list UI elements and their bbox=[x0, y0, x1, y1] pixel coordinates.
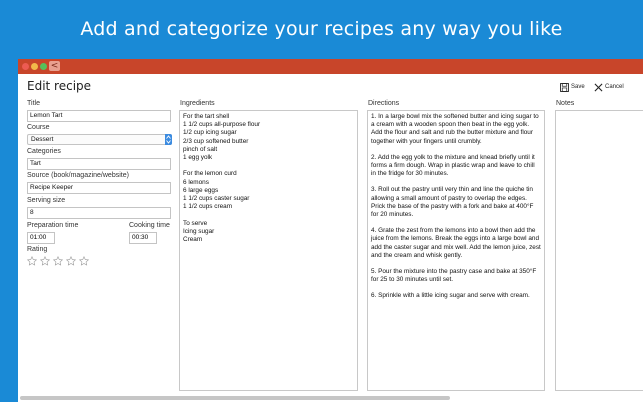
title-label: Title bbox=[27, 100, 40, 107]
ingredient-line: 1 egg yolk bbox=[183, 154, 213, 162]
close-icon bbox=[594, 83, 603, 91]
rating-stars[interactable] bbox=[27, 256, 89, 266]
ingredient-line: 6 large eggs bbox=[183, 186, 219, 194]
ingredient-line: 1 1/2 cups all-purpose flour bbox=[183, 121, 261, 129]
star-icon[interactable] bbox=[66, 256, 76, 266]
maximize-window-icon[interactable] bbox=[40, 63, 47, 70]
categories-label: Categories bbox=[27, 148, 61, 155]
prep-time-input[interactable]: 01:00 bbox=[27, 232, 55, 244]
star-icon[interactable] bbox=[53, 256, 63, 266]
ingredient-line: Cream bbox=[183, 236, 203, 244]
direction-step: 4. Grate the zest from the lemons into a… bbox=[371, 227, 541, 259]
directions-textarea[interactable]: 1. In a large bowl mix the softened butt… bbox=[367, 110, 545, 391]
ingredient-line bbox=[183, 162, 354, 170]
ingredient-line: 1 1/2 cups caster sugar bbox=[183, 195, 250, 203]
direction-step: 6. Sprinkle with a little icing sugar an… bbox=[371, 292, 530, 300]
course-select[interactable]: Dessert bbox=[27, 134, 172, 145]
serving-size-label: Serving size bbox=[27, 197, 66, 204]
ingredients-textarea[interactable]: For the tart shell 1 1/2 cups all-purpose… bbox=[179, 110, 358, 391]
ingredient-line: pinch of salt bbox=[183, 145, 218, 153]
save-button[interactable]: Save bbox=[560, 81, 585, 93]
direction-step: 1. In a large bowl mix the softened butt… bbox=[371, 113, 539, 145]
ingredient-line: Icing sugar bbox=[183, 227, 215, 235]
back-button[interactable]: < bbox=[49, 61, 60, 71]
source-input[interactable]: Recipe Keeper bbox=[27, 182, 171, 194]
cooking-time-input[interactable]: 00:30 bbox=[129, 232, 157, 244]
direction-step: 5. Pour the mixture into the pastry case… bbox=[371, 268, 537, 284]
ingredient-line: For the lemon curd bbox=[183, 170, 237, 178]
select-arrows-icon bbox=[165, 134, 172, 145]
horizontal-scrollbar[interactable] bbox=[20, 396, 450, 400]
serving-size-input[interactable]: 8 bbox=[27, 207, 171, 219]
notes-label: Notes bbox=[556, 100, 575, 107]
ingredients-text: For the tart shell 1 1/2 cups all-purpose… bbox=[183, 113, 354, 244]
rating-label: Rating bbox=[27, 246, 48, 253]
course-value: Dessert bbox=[31, 136, 54, 143]
ingredient-line: To serve bbox=[183, 219, 208, 227]
save-label: Save bbox=[571, 84, 585, 90]
categories-input[interactable]: Tart bbox=[27, 158, 171, 170]
star-icon[interactable] bbox=[40, 256, 50, 266]
ingredient-line bbox=[183, 211, 354, 219]
close-window-icon[interactable] bbox=[22, 63, 29, 70]
directions-label: Directions bbox=[368, 100, 400, 107]
direction-step: 2. Add the egg yolk to the mixture and k… bbox=[371, 153, 535, 178]
ingredient-line: 2/3 cup softened butter bbox=[183, 137, 249, 145]
save-icon bbox=[560, 82, 569, 92]
marketing-headline: Add and categorize your recipes any way … bbox=[80, 18, 563, 40]
ingredient-line: 1/2 cup icing sugar bbox=[183, 129, 237, 137]
ingredient-line: 1 1/2 cups cream bbox=[183, 203, 233, 211]
page-title: Edit recipe bbox=[27, 79, 92, 93]
title-input[interactable]: Lemon Tart bbox=[27, 110, 171, 122]
prep-time-label: Preparation time bbox=[27, 222, 79, 229]
course-label: Course bbox=[27, 124, 50, 131]
minimize-window-icon[interactable] bbox=[31, 63, 38, 70]
title-bar: < bbox=[18, 59, 643, 74]
source-label: Source (book/magazine/website) bbox=[27, 172, 129, 179]
ingredient-line: 6 lemons bbox=[183, 178, 209, 186]
ingredient-line: For the tart shell bbox=[183, 113, 230, 120]
star-icon[interactable] bbox=[79, 256, 89, 266]
direction-step: 3. Roll out the pastry until very thin a… bbox=[371, 186, 534, 219]
cancel-button[interactable]: Cancel bbox=[594, 81, 624, 93]
ingredients-label: Ingredients bbox=[180, 100, 215, 107]
star-icon[interactable] bbox=[27, 256, 37, 266]
notes-textarea[interactable] bbox=[555, 110, 643, 391]
cancel-label: Cancel bbox=[605, 84, 624, 90]
cooking-time-label: Cooking time bbox=[129, 222, 170, 229]
app-window: < Edit recipe Save Cancel Title Lemon Ta… bbox=[18, 59, 643, 402]
